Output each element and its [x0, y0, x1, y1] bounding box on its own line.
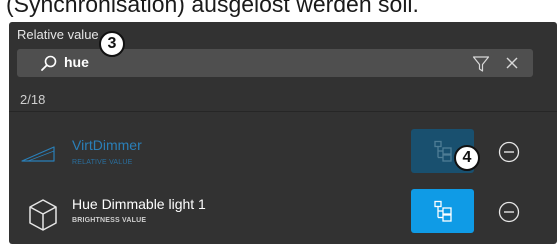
remove-circle-icon[interactable] [498, 201, 520, 223]
item-name: VirtDimmer [72, 137, 142, 153]
result-count: 2/18 [20, 92, 46, 107]
link-button[interactable] [411, 189, 474, 233]
divider [9, 111, 557, 112]
panel-title: Relative value [17, 27, 99, 42]
relative-value-panel: Relative value hue 2/18 VirtDimmer RELAT… [9, 22, 557, 244]
document-text-line: (Synchronisation) ausgelöst werden soll. [6, 0, 419, 17]
list-item: Hue Dimmable light 1 BRIGHTNESS VALUE [9, 189, 557, 241]
tree-structure-icon [433, 200, 452, 222]
item-subtitle: RELATIVE VALUE [72, 159, 133, 166]
remove-circle-icon[interactable] [498, 141, 520, 163]
callout-badge: 3 [99, 31, 125, 57]
item-subtitle: BRIGHTNESS VALUE [72, 217, 147, 224]
callout-badge: 4 [454, 145, 480, 171]
item-name: Hue Dimmable light 1 [72, 196, 206, 212]
filter-icon[interactable] [472, 55, 490, 73]
search-icon [41, 55, 57, 71]
search-input[interactable]: hue [64, 54, 89, 70]
tree-structure-icon [433, 140, 452, 162]
close-icon[interactable] [505, 56, 519, 70]
cube-device-icon [29, 199, 57, 231]
search-bar[interactable]: hue [17, 49, 533, 77]
dimmer-ramp-icon [21, 146, 55, 162]
